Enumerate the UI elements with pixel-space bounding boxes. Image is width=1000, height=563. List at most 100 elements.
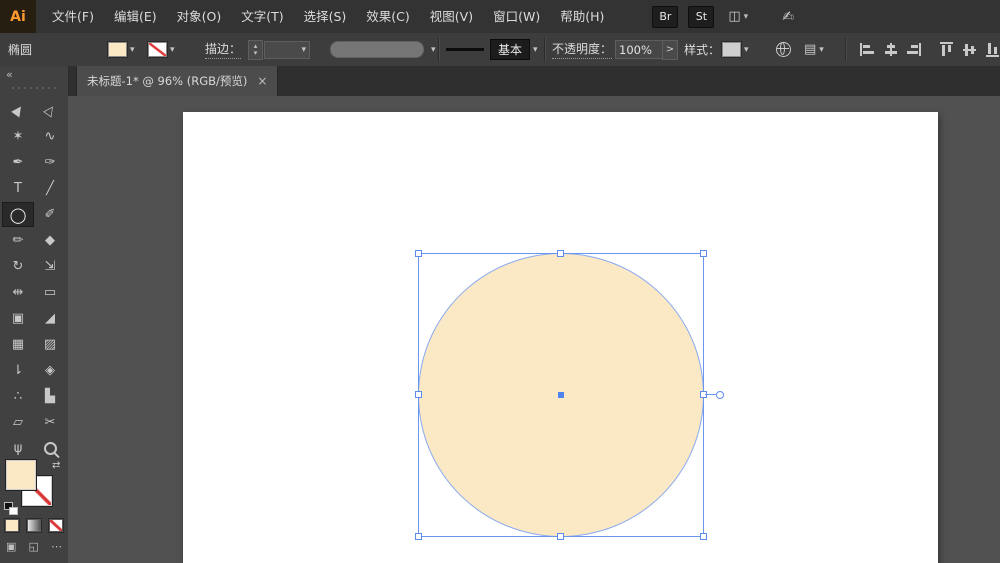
line-segment-tool[interactable]: ╱ xyxy=(34,176,66,201)
menu-effect[interactable]: 效果(C) xyxy=(356,0,419,33)
handle-top-left[interactable] xyxy=(415,250,422,257)
variable-width-profile[interactable]: 基本 ▾ xyxy=(446,33,538,66)
stroke-color-control[interactable]: ▾ xyxy=(148,33,175,66)
stroke-none-swatch-icon[interactable] xyxy=(148,42,167,57)
menu-edit[interactable]: 编辑(E) xyxy=(104,0,167,33)
color-button[interactable] xyxy=(4,518,20,533)
selection-tool[interactable]: ▶ xyxy=(2,98,34,123)
close-icon[interactable]: × xyxy=(257,74,267,88)
document-tab-title: 未标题-1* @ 96% (RGB/预览) xyxy=(87,73,247,89)
align-middle-vertical-icon[interactable] xyxy=(963,42,976,57)
tools-panel: « ▶ ▷ ✶ ∿ ✒ ✑ T ╱ ◯ ✐ ✏ ◆ ↻ ⇲ ⇹ ▭ ▣ ◢ ▦ … xyxy=(0,66,69,563)
line-style-value[interactable]: 基本 xyxy=(490,39,530,60)
blob-brush-tool[interactable]: ◆ xyxy=(34,228,66,253)
rotate-tool[interactable]: ↻ xyxy=(2,254,34,279)
bridge-button[interactable]: Br xyxy=(652,6,678,28)
opacity-expand-button[interactable]: > xyxy=(662,33,678,66)
swap-fill-stroke-icon[interactable]: ⇄ xyxy=(52,460,60,471)
magic-wand-tool[interactable]: ✶ xyxy=(2,124,34,149)
symbol-sprayer-tool[interactable]: ∴ xyxy=(2,384,34,409)
direct-selection-tool[interactable]: ▷ xyxy=(34,98,66,123)
align-left-icon[interactable] xyxy=(860,43,875,56)
canvas-area[interactable] xyxy=(68,96,1000,563)
gradient-button[interactable] xyxy=(26,518,42,533)
draw-mode-icon[interactable]: ▣ xyxy=(6,540,16,553)
artboard-tool[interactable]: ▱ xyxy=(2,410,34,435)
stroke-profile-icon xyxy=(446,48,484,51)
handle-bottom-left[interactable] xyxy=(415,533,422,540)
menu-object[interactable]: 对象(O) xyxy=(167,0,232,33)
handle-middle-left[interactable] xyxy=(415,391,422,398)
column-graph-tool[interactable]: ▙ xyxy=(34,384,66,409)
fill-swatch[interactable] xyxy=(6,460,36,490)
panel-drag-handle[interactable] xyxy=(10,86,58,90)
slice-tool[interactable]: ✂ xyxy=(34,410,66,435)
chevron-down-icon[interactable]: ▾ xyxy=(744,45,749,55)
menu-file[interactable]: 文件(F) xyxy=(42,0,104,33)
gradient-tool[interactable]: ▨ xyxy=(34,332,66,357)
width-tool[interactable]: ⇹ xyxy=(2,280,34,305)
style-swatch-icon[interactable] xyxy=(722,42,741,57)
curvature-tool[interactable]: ✑ xyxy=(34,150,66,175)
workspace-switcher[interactable]: ◫ ▾ xyxy=(728,9,748,24)
align-top-icon[interactable] xyxy=(940,42,953,57)
brush-definition-dropdown[interactable] xyxy=(330,33,424,66)
chevron-down-icon[interactable]: ▾ xyxy=(170,45,175,55)
stroke-weight-combo[interactable]: ▾ xyxy=(264,33,310,66)
scale-tool[interactable]: ⇲ xyxy=(34,254,66,279)
pencil-tool[interactable]: ✏ xyxy=(2,228,34,253)
menu-window[interactable]: 窗口(W) xyxy=(483,0,550,33)
handle-bottom-middle[interactable] xyxy=(557,533,564,540)
menu-view[interactable]: 视图(V) xyxy=(420,0,483,33)
brush-dropdown-arrow[interactable]: ▾ xyxy=(428,33,436,66)
stroke-weight-stepper[interactable]: ▴▾ xyxy=(248,33,263,66)
mesh-tool[interactable]: ▦ xyxy=(2,332,34,357)
workspace-icon: ◫ xyxy=(728,9,740,24)
shape-widget-handle[interactable] xyxy=(716,391,724,399)
shape-builder-tool[interactable]: ▣ xyxy=(2,306,34,331)
pen-tool[interactable]: ✒ xyxy=(2,150,34,175)
hand-gesture-icon[interactable]: ✍ xyxy=(782,9,794,25)
perspective-grid-tool[interactable]: ◢ xyxy=(34,306,66,331)
chevron-down-icon[interactable]: ▾ xyxy=(130,45,135,55)
menu-type[interactable]: 文字(T) xyxy=(231,0,293,33)
recolor-artwork-button[interactable] xyxy=(776,33,791,66)
opacity-input[interactable] xyxy=(615,40,665,59)
lasso-tool[interactable]: ∿ xyxy=(34,124,66,149)
align-center-horizontal-icon[interactable] xyxy=(883,43,898,56)
document-tab[interactable]: 未标题-1* @ 96% (RGB/预览) × xyxy=(76,66,278,96)
type-tool[interactable]: T xyxy=(2,176,34,201)
spin-down-icon[interactable]: ▾ xyxy=(254,50,258,57)
stock-button[interactable]: St xyxy=(688,6,714,28)
default-fill-stroke-icon[interactable] xyxy=(4,502,18,514)
none-button[interactable] xyxy=(48,518,64,533)
align-right-icon[interactable] xyxy=(906,43,921,56)
document-setup-button[interactable]: ▤ ▾ xyxy=(804,33,824,66)
chevron-down-icon[interactable]: ▾ xyxy=(819,45,824,55)
ellipse-tool[interactable]: ◯ xyxy=(2,202,34,227)
chevron-down-icon[interactable]: ▾ xyxy=(431,45,436,55)
free-transform-tool[interactable]: ▭ xyxy=(34,280,66,305)
handle-top-middle[interactable] xyxy=(557,250,564,257)
center-anchor-point[interactable] xyxy=(558,392,564,398)
eyedropper-tool[interactable]: ⇂ xyxy=(2,358,34,383)
blend-tool[interactable]: ◈ xyxy=(34,358,66,383)
menu-select[interactable]: 选择(S) xyxy=(294,0,357,33)
stroke-weight-label[interactable]: 描边： xyxy=(205,33,241,66)
fill-swatch-icon[interactable] xyxy=(108,42,127,57)
handle-bottom-right[interactable] xyxy=(700,533,707,540)
screen-mode-icon[interactable]: ◱ xyxy=(29,540,39,553)
paintbrush-tool[interactable]: ✐ xyxy=(34,202,66,227)
chevron-down-icon[interactable]: ▾ xyxy=(301,45,306,55)
fill-color-control[interactable]: ▾ xyxy=(108,33,135,66)
style-dropdown[interactable]: ▾ xyxy=(722,33,749,66)
opacity-label[interactable]: 不透明度： xyxy=(552,33,612,66)
align-bottom-icon[interactable] xyxy=(986,42,999,57)
collapse-panel-icon[interactable]: « xyxy=(6,68,13,81)
opacity-field[interactable] xyxy=(615,33,665,66)
more-icon[interactable]: ⋯ xyxy=(51,540,62,553)
globe-icon xyxy=(776,42,791,57)
handle-top-right[interactable] xyxy=(700,250,707,257)
chevron-down-icon[interactable]: ▾ xyxy=(533,45,538,55)
menu-help[interactable]: 帮助(H) xyxy=(550,0,614,33)
